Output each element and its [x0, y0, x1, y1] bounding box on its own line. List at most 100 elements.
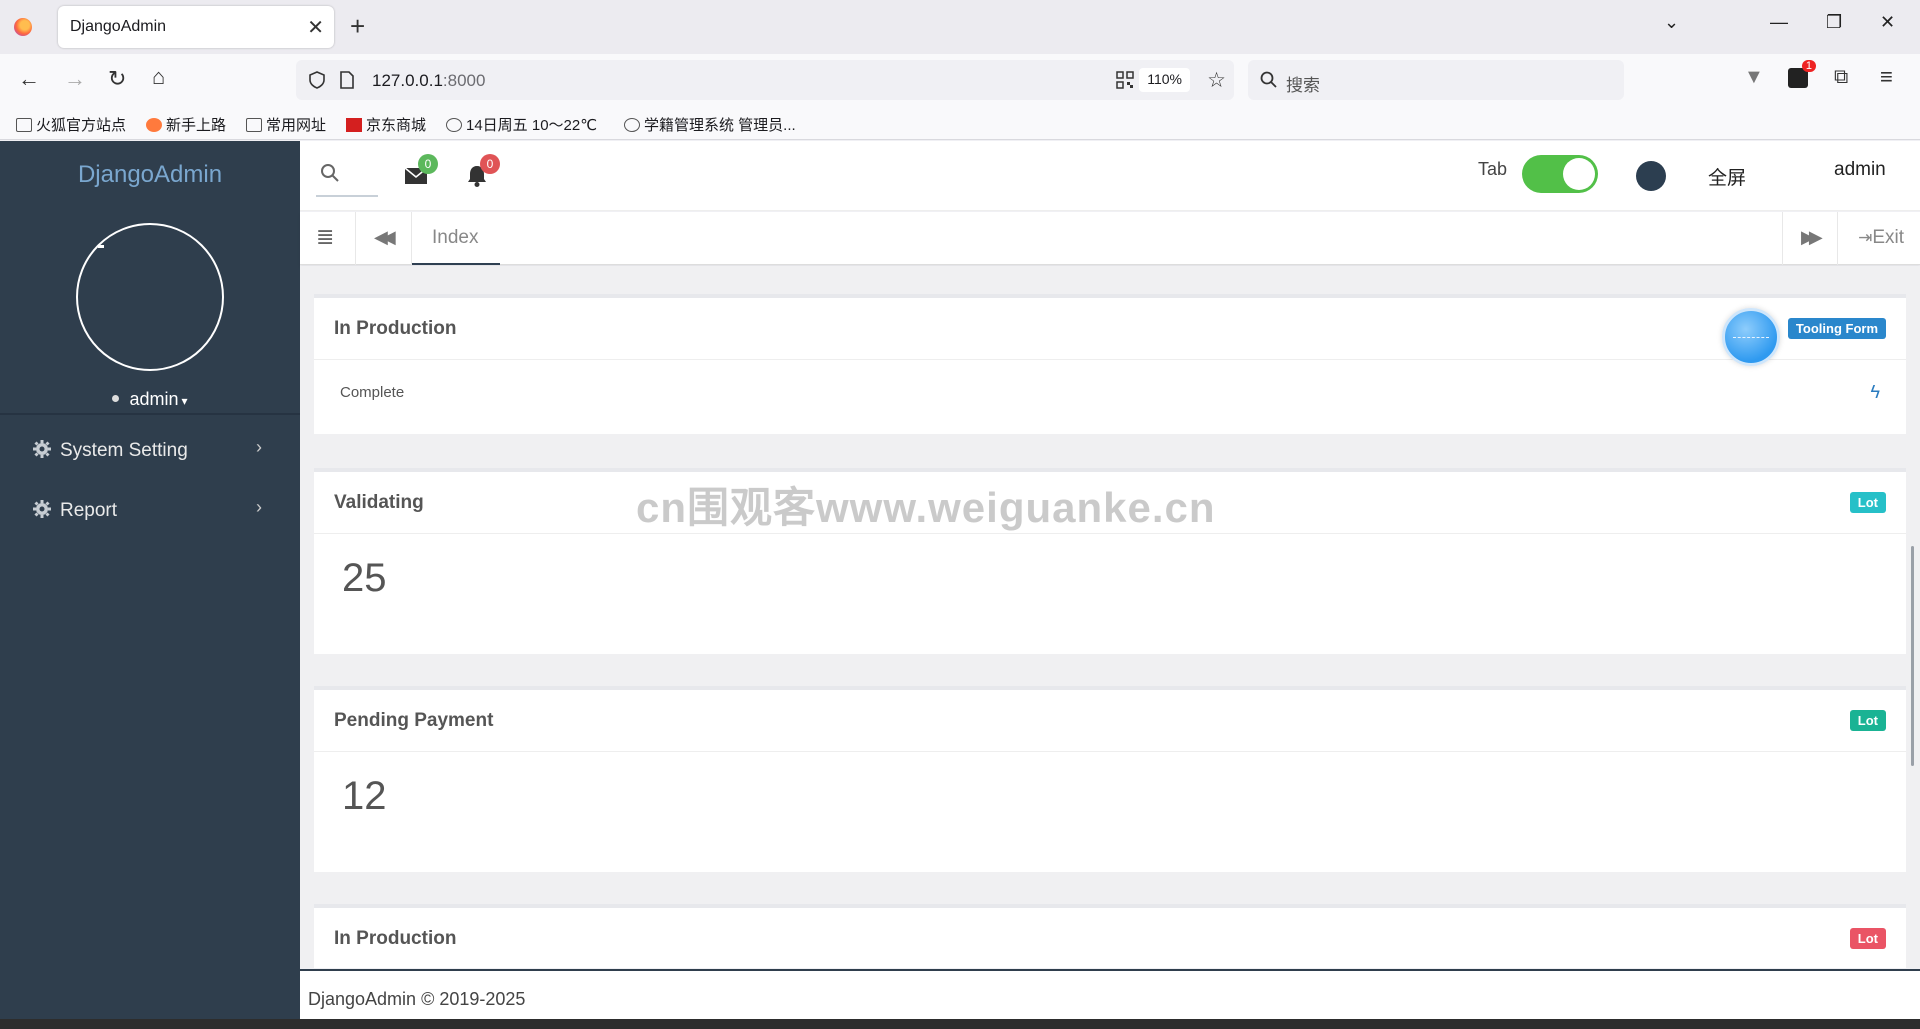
- double-chevron-left-icon: ◀◀: [374, 227, 396, 247]
- bookmark-item[interactable]: 14日周五 10～22℃: [446, 114, 597, 135]
- header-search[interactable]: [316, 161, 378, 197]
- footer: DjangoAdmin © 2019-2025: [300, 969, 1920, 1019]
- card-badge[interactable]: Lot: [1849, 710, 1886, 731]
- bolt-icon: ϟ: [1870, 382, 1880, 402]
- sidebar-username: admin: [129, 389, 179, 409]
- notifications-badge: 0: [480, 154, 500, 174]
- chevron-right-icon: ›: [256, 437, 262, 457]
- sidebar-item-system-setting[interactable]: System Setting ›: [0, 427, 300, 475]
- globe-icon: [624, 118, 640, 132]
- header-user-menu[interactable]: admin: [1834, 159, 1886, 181]
- browser-tab-strip: DjangoAdmin ✕ + ⌄ — ❐ ✕: [0, 0, 1920, 54]
- jd-icon: [346, 118, 362, 132]
- bookmark-item[interactable]: 火狐官方站点: [16, 114, 126, 135]
- bookmark-item[interactable]: 京东商城: [346, 114, 426, 135]
- tab-list-chevron-icon[interactable]: ⌄: [1664, 12, 1679, 33]
- shield-icon[interactable]: [308, 71, 326, 89]
- scroll-tabs-right-button[interactable]: ▶▶: [1782, 212, 1838, 265]
- browser-toolbar: ← → ↻ ⌂ 127.0.0.1:8000 110% ☆ 搜索 ▼ 1 ⧉ ≡: [0, 54, 1920, 108]
- sidebar-item-label: Report: [60, 500, 118, 521]
- url-bar[interactable]: 127.0.0.1:8000 110% ☆: [296, 60, 1234, 100]
- card-badge[interactable]: Lot: [1849, 928, 1886, 949]
- globe-icon: [446, 118, 462, 132]
- home-icon[interactable]: ⌂: [152, 64, 165, 90]
- search-icon: [1260, 71, 1277, 88]
- new-tab-icon[interactable]: +: [350, 11, 365, 42]
- status-dot: [112, 395, 120, 402]
- notifications-button[interactable]: 0: [466, 154, 500, 187]
- restore-icon[interactable]: ❐: [1826, 12, 1842, 33]
- gear-icon: [33, 440, 51, 458]
- menu-toggle-button[interactable]: ≣: [300, 212, 356, 265]
- card-title: In Production: [334, 318, 457, 339]
- theme-color-button[interactable]: [1636, 161, 1666, 191]
- search-placeholder: 搜索: [1286, 76, 1320, 95]
- card-badge[interactable]: Tooling Form: [1787, 318, 1886, 339]
- extension-icon[interactable]: 1: [1788, 60, 1816, 88]
- user-dropdown[interactable]: admin ▾: [0, 389, 300, 410]
- watermark-text: cn围观客www.weiguanke.cn: [636, 484, 1216, 531]
- bookmark-item[interactable]: 新手上路: [146, 114, 226, 135]
- gear-icon: [33, 500, 51, 518]
- vpn-extension-icon[interactable]: ▼: [1744, 66, 1764, 89]
- sign-out-icon: ⇥: [1858, 228, 1873, 247]
- search-icon: [321, 164, 339, 182]
- reload-icon[interactable]: ↻: [108, 66, 126, 92]
- bookmarks-bar: 火狐官方站点 新手上路 常用网址 京东商城 14日周五 10～22℃ 学籍管理系…: [0, 108, 1920, 140]
- caret-down-icon: ▾: [181, 394, 188, 408]
- sidebar-item-label: System Setting: [60, 440, 188, 461]
- content-scrollbar[interactable]: [1911, 546, 1914, 766]
- page-icon: [340, 71, 354, 89]
- tab-index-label: Index: [432, 227, 479, 248]
- page-tab-bar: ≣ ◀◀ Index ▶▶ ⇥Exit: [300, 212, 1920, 265]
- url-text: 127.0.0.1:8000: [372, 71, 486, 90]
- avatar[interactable]: [76, 223, 224, 371]
- card-title: In Production: [334, 928, 457, 949]
- top-navbar: 0 0 Tab 全屏 admin: [300, 141, 1920, 211]
- extension-badge: 1: [1801, 60, 1816, 72]
- chevron-right-icon: ›: [256, 497, 262, 517]
- exit-label: Exit: [1872, 227, 1904, 248]
- footer-copyright: DjangoAdmin © 2019-2025: [308, 989, 526, 1009]
- browser-tab-active[interactable]: DjangoAdmin ✕: [58, 6, 334, 48]
- folder-icon: [16, 118, 32, 132]
- close-window-icon[interactable]: ✕: [1880, 12, 1895, 33]
- status-card: In Production Tooling Form Complete ϟ: [314, 294, 1906, 434]
- app-menu-icon[interactable]: ≡: [1880, 64, 1893, 90]
- messages-button[interactable]: 0: [404, 154, 438, 186]
- exit-button[interactable]: ⇥Exit: [1858, 227, 1904, 249]
- main-content: In Production Tooling Form Complete ϟ Va…: [300, 266, 1920, 968]
- bookmark-star-icon[interactable]: ☆: [1207, 68, 1226, 93]
- card-title: Validating: [334, 492, 424, 513]
- qr-code-icon[interactable]: [1116, 71, 1134, 89]
- minimize-icon[interactable]: —: [1770, 12, 1788, 33]
- tab-switch-label: Tab: [1478, 159, 1508, 179]
- taskbar-strip: [0, 1019, 1920, 1029]
- forward-icon[interactable]: →: [64, 66, 86, 92]
- card-title: Pending Payment: [334, 710, 494, 731]
- hamburger-icon: ≣: [316, 224, 335, 249]
- messages-badge: 0: [418, 154, 438, 174]
- back-icon[interactable]: ←: [18, 66, 40, 92]
- tab-index[interactable]: Index: [412, 212, 500, 265]
- card-body-text: Complete: [340, 384, 405, 401]
- zoom-level[interactable]: 110%: [1139, 68, 1190, 92]
- firefox-logo-icon: [14, 18, 32, 36]
- card-badge[interactable]: Lot: [1849, 492, 1886, 513]
- brand-logo[interactable]: DjangoAdmin: [0, 161, 300, 189]
- folder-icon: [246, 118, 262, 132]
- double-chevron-right-icon: ▶▶: [1801, 227, 1823, 247]
- scroll-tabs-left-button[interactable]: ◀◀: [356, 212, 412, 265]
- tab-mode-toggle[interactable]: [1522, 155, 1598, 193]
- firefox-icon: [146, 118, 162, 132]
- search-bar[interactable]: 搜索: [1248, 60, 1624, 100]
- puzzle-extensions-icon[interactable]: ⧉: [1834, 66, 1848, 89]
- close-tab-icon[interactable]: ✕: [307, 15, 324, 40]
- bookmark-item[interactable]: 常用网址: [246, 114, 326, 135]
- status-card: Pending Payment Lot 12: [314, 686, 1906, 872]
- fullscreen-button[interactable]: 全屏: [1708, 163, 1746, 190]
- bookmark-item[interactable]: 学籍管理系统 管理员...: [624, 114, 796, 135]
- sidebar-item-report[interactable]: Report ›: [0, 487, 300, 535]
- browser-tab-title: DjangoAdmin: [70, 18, 167, 35]
- card-value: 25: [342, 556, 387, 600]
